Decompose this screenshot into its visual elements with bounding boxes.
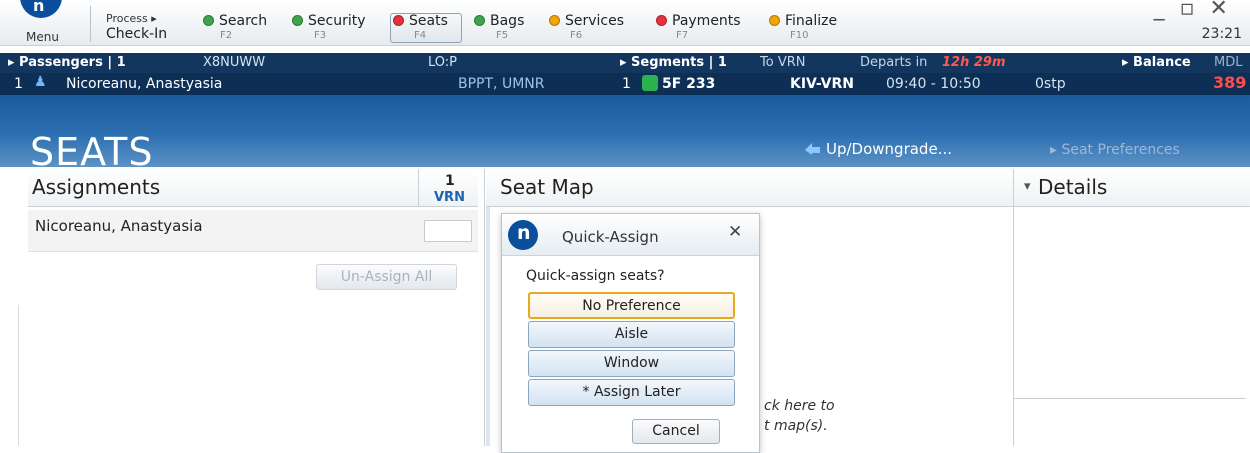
step-search[interactable]: Search — [203, 13, 267, 29]
window-button[interactable]: Window — [528, 350, 735, 377]
step-payments[interactable]: Payments — [656, 13, 741, 29]
app-logo[interactable]: n — [20, 0, 62, 18]
details-title: Details — [1038, 175, 1108, 199]
window-controls[interactable]: _ ▫ ✕ — [1154, 0, 1232, 21]
step-finalize[interactable]: Finalize — [769, 13, 837, 29]
seatmap-header: Seat Map — [486, 169, 1013, 207]
seat-status-icon — [642, 75, 658, 91]
details-divider — [1013, 169, 1014, 446]
segment-count: 1 — [445, 173, 455, 189]
seat-preferences-link[interactable]: ▸ Seat Preferences — [1050, 142, 1180, 158]
passenger-index: 1 — [14, 76, 23, 92]
seatmap-hint-line1[interactable]: ck here to — [764, 398, 835, 414]
assignments-header: Assignments 1 VRN — [28, 169, 478, 207]
upgrade-icon — [804, 140, 822, 155]
logo-letter: n — [33, 0, 45, 15]
dialog-logo-letter: n — [517, 222, 531, 244]
departs-countdown: 12h 29m — [942, 55, 1006, 70]
status-dot-icon — [656, 15, 667, 26]
header-divider — [418, 169, 419, 207]
step-key: F5 — [496, 30, 509, 41]
aisle-button[interactable]: Aisle — [528, 321, 735, 348]
step-key: F2 — [220, 30, 233, 41]
step-label: Security — [308, 13, 366, 29]
seat-cell[interactable] — [424, 220, 472, 242]
step-key: F6 — [570, 30, 583, 41]
dialog-question: Quick-assign seats? — [526, 268, 665, 284]
segments-toggle[interactable]: ▸ Segments | 1 — [620, 55, 727, 70]
seatmap-hint-line2[interactable]: t map(s). — [764, 418, 828, 434]
upgrade-link[interactable]: Up/Downgrade... — [826, 140, 952, 158]
flight-times: 09:40 - 10:50 — [886, 76, 981, 92]
passenger-name[interactable]: Nicoreanu, Anastyasia — [66, 76, 222, 92]
process-label[interactable]: Process ▸ — [106, 12, 157, 25]
assignment-passenger: Nicoreanu, Anastyasia — [35, 217, 203, 235]
flight-stops: 0stp — [1035, 76, 1066, 92]
step-label: Payments — [672, 13, 741, 29]
step-security[interactable]: Security — [292, 13, 366, 29]
collapse-icon[interactable]: ▾ — [1024, 179, 1031, 194]
step-label: Seats — [409, 13, 448, 29]
step-label: Search — [219, 13, 268, 29]
step-label: Finalize — [785, 13, 838, 29]
clock: 23:21 — [1201, 26, 1242, 42]
pnr-code: X8NUWW — [203, 55, 266, 70]
seatmap-edge — [486, 207, 490, 446]
step-label: Bags — [490, 13, 525, 29]
assign-later-button[interactable]: * Assign Later — [528, 379, 735, 406]
assignment-row[interactable]: Nicoreanu, Anastyasia — [28, 210, 478, 252]
no-preference-button[interactable]: No Preference — [528, 292, 735, 319]
status-dot-icon — [203, 15, 214, 26]
dialog-title: Quick-Assign — [562, 228, 659, 246]
segment-destination: To VRN — [760, 55, 806, 70]
status-dot-icon — [393, 15, 404, 26]
step-label: Services — [565, 13, 625, 29]
step-key: F3 — [314, 30, 327, 41]
passengers-bar: ▸ Passengers | 1 X8NUWW LO:P ▸ Segments … — [0, 53, 1250, 73]
status-dot-icon — [769, 15, 780, 26]
seatmap-title: Seat Map — [500, 175, 594, 199]
app-logo-icon: n — [508, 220, 538, 250]
flight-number: 5F 233 — [662, 76, 716, 92]
step-key: F7 — [676, 30, 689, 41]
details-header[interactable]: ▾ Details — [1014, 169, 1250, 207]
top-toolbar: n Menu Process ▸ Check-In Search F2 Secu… — [0, 0, 1250, 46]
passenger-codes: BPPT, UMNR — [458, 76, 545, 92]
dialog-titlebar[interactable]: n Quick-Assign ✕ — [502, 214, 759, 256]
assignments-title: Assignments — [32, 175, 161, 199]
close-icon[interactable]: ✕ — [728, 222, 742, 242]
quick-assign-dialog: n Quick-Assign ✕ Quick-assign seats? No … — [501, 213, 760, 453]
passenger-row[interactable]: 1 ♟ Nicoreanu, Anastyasia BPPT, UMNR 1 5… — [0, 73, 1250, 95]
balance-amount: 389 — [1213, 73, 1247, 92]
unassign-all-button[interactable]: Un-Assign All — [316, 264, 457, 290]
segment-index: 1 — [622, 76, 631, 92]
checkin-label[interactable]: Check-In — [106, 26, 167, 42]
segment-dest[interactable]: VRN — [434, 190, 465, 205]
step-services[interactable]: Services — [549, 13, 624, 29]
step-key: F10 — [790, 30, 809, 41]
balance-toggle[interactable]: ▸ Balance — [1122, 55, 1191, 70]
panel-divider — [484, 169, 485, 446]
departs-label: Departs in — [860, 55, 928, 70]
details-separator — [1014, 398, 1246, 399]
cancel-button[interactable]: Cancel — [632, 419, 720, 444]
person-icon: ♟ — [34, 74, 47, 90]
status-dot-icon — [549, 15, 560, 26]
balance-currency: MDL — [1214, 55, 1243, 70]
step-seats[interactable]: Seats — [393, 13, 448, 29]
flight-route: KIV-VRN — [790, 76, 854, 92]
left-edge — [18, 305, 19, 446]
passengers-toggle[interactable]: ▸ Passengers | 1 — [8, 55, 126, 70]
status-dot-icon — [474, 15, 485, 26]
menu-label[interactable]: Menu — [26, 30, 59, 44]
toolbar-divider — [90, 6, 91, 42]
step-bags[interactable]: Bags — [474, 13, 524, 29]
status-dot-icon — [292, 15, 303, 26]
lo-code: LO:P — [428, 55, 458, 70]
step-key: F4 — [414, 30, 427, 41]
